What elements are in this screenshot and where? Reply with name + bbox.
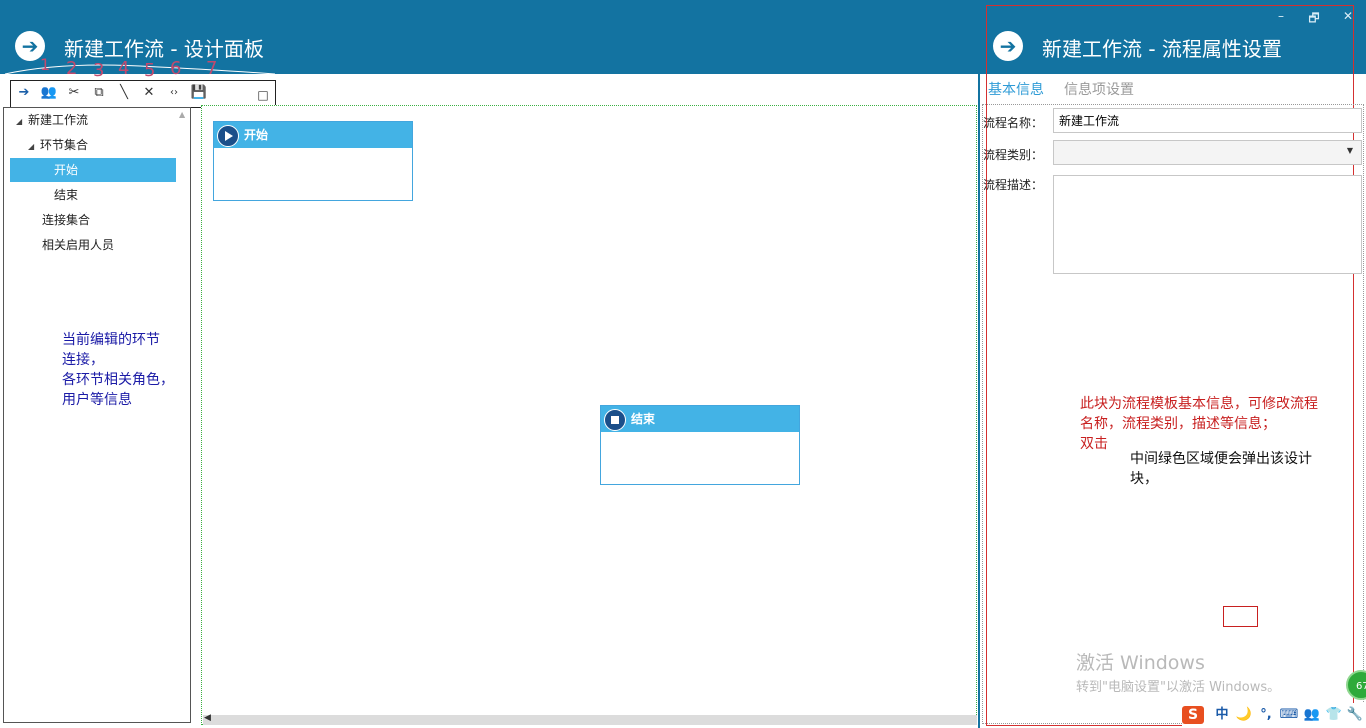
end-node-label: 结束: [631, 412, 656, 426]
play-icon: [217, 125, 239, 147]
tree-item-start[interactable]: 开始: [54, 159, 78, 181]
right-note2-line: 中间绿色区域便会弹出该设计: [1130, 451, 1312, 467]
tree-item-connections[interactable]: 连接集合: [42, 209, 90, 231]
tree-item-root[interactable]: ◢ 新建工作流: [16, 109, 88, 131]
ime-chinese-mode[interactable]: 中: [1212, 706, 1232, 724]
tree-node-set-label: 环节集合: [40, 138, 89, 152]
process-type-label: 流程类别：: [983, 148, 1044, 162]
start-node[interactable]: 开始: [213, 121, 413, 201]
save-icon[interactable]: 💾: [190, 84, 208, 102]
sketch-number-5: 5: [144, 60, 155, 81]
process-name-input[interactable]: [1053, 108, 1362, 133]
sketch-number-1: 1: [40, 55, 50, 74]
delete-icon[interactable]: ✕: [140, 84, 158, 102]
sketch-number-3: 3: [93, 60, 104, 81]
skin-icon[interactable]: 👕: [1324, 706, 1344, 724]
end-node[interactable]: 结束: [600, 405, 800, 485]
tree-start-label: 开始: [54, 163, 79, 177]
code-icon[interactable]: ‹›: [165, 84, 183, 102]
sketch-number-6: 6: [170, 58, 181, 79]
tools-icon[interactable]: 🔧: [1346, 706, 1364, 724]
left-annotation-note: 当前编辑的环节 连接， 各环节相关角色， 用户等信息: [62, 330, 187, 410]
back-icon[interactable]: ➔: [15, 84, 33, 102]
left-note-line: 用户等信息: [62, 392, 132, 408]
copy-icon[interactable]: ⧉: [90, 84, 108, 102]
tree-users-label: 相关启用人员: [42, 238, 115, 252]
tree-item-users[interactable]: 相关启用人员: [42, 234, 114, 256]
right-note2-line: 块，: [1130, 471, 1158, 487]
tree-item-node-set[interactable]: ◢ 环节集合: [28, 134, 88, 156]
activate-windows-subtitle: 转到"电脑设置"以激活 Windows。: [1076, 680, 1281, 695]
right-annotation-note: 此块为流程模板基本信息，可修改流程 名称，流程类别，描述等信息； 双击: [1080, 394, 1356, 454]
sketch-number-2: 2: [66, 58, 77, 79]
tree-selection-highlight: [10, 158, 176, 182]
start-node-header: 开始: [214, 122, 412, 148]
expand-triangle-icon[interactable]: ◢: [16, 111, 28, 133]
sketch-number-4: 4: [118, 58, 129, 79]
moon-icon[interactable]: 🌙: [1234, 706, 1254, 724]
end-node-header: 结束: [601, 406, 799, 432]
right-note-line: 此块为流程模板基本信息，可修改流程: [1080, 396, 1318, 412]
dropdown-arrow-icon[interactable]: ▼: [1347, 146, 1353, 155]
left-note-line: 当前编辑的环节: [62, 332, 160, 348]
scroll-up-icon[interactable]: ▲: [179, 110, 189, 119]
annotation-red-box: [1223, 606, 1258, 627]
users-icon[interactable]: 👥: [40, 84, 58, 102]
workflow-tree: ▲ ◢ 新建工作流 ◢ 环节集合 开始 结束 连接集合 相关启用人员: [3, 107, 191, 723]
sogou-logo-icon[interactable]: S: [1182, 706, 1204, 724]
start-node-label: 开始: [244, 128, 269, 142]
ime-toolbar: S 中 🌙 °, ⌨ 👥 👕 🔧: [1182, 703, 1366, 728]
keyboard-icon[interactable]: ⌨: [1278, 706, 1300, 724]
users-icon[interactable]: 👥: [1302, 706, 1322, 724]
tree-item-end[interactable]: 结束: [54, 184, 78, 206]
scroll-left-icon[interactable]: ◀: [204, 713, 211, 723]
panel-divider: [978, 74, 980, 728]
tab-info-items[interactable]: 信息项设置: [1064, 79, 1134, 99]
design-canvas[interactable]: 开始 结束: [201, 105, 977, 725]
right-annotation-note-2: 中间绿色区域便会弹出该设计 块，: [1130, 449, 1350, 489]
tab-basic-info[interactable]: 基本信息: [988, 79, 1044, 99]
line-icon[interactable]: ╲: [115, 84, 133, 102]
left-note-line: 各环节相关角色，: [62, 372, 174, 388]
stop-icon: [604, 409, 626, 431]
tree-root-label: 新建工作流: [28, 113, 89, 127]
tree-end-label: 结束: [54, 188, 79, 202]
tree-connections-label: 连接集合: [42, 213, 91, 227]
expand-triangle-icon[interactable]: ◢: [28, 136, 40, 158]
right-note-line: 名称，流程类别，描述等信息；: [1080, 416, 1276, 432]
punctuation-icon[interactable]: °,: [1256, 706, 1276, 724]
left-note-line: 连接，: [62, 352, 104, 368]
process-desc-label: 流程描述：: [983, 178, 1044, 192]
cut-icon[interactable]: ✂: [65, 84, 83, 102]
process-name-label: 流程名称：: [983, 116, 1044, 130]
activate-windows-title: 激活 Windows: [1076, 652, 1205, 674]
process-desc-textarea[interactable]: [1053, 175, 1362, 274]
designer-toolbar: ➔ 👥 ✂ ⧉ ╲ ✕ ‹› 💾 □: [10, 80, 276, 108]
sketch-number-7: 7: [206, 58, 217, 79]
process-type-select[interactable]: ▼: [1053, 140, 1362, 165]
horizontal-scrollbar[interactable]: [203, 715, 977, 725]
maximize-icon[interactable]: □: [254, 86, 272, 104]
